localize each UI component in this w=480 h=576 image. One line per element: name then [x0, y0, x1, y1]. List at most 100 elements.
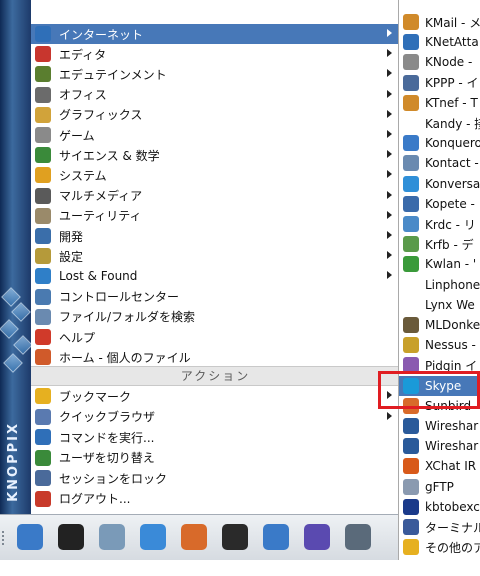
- submenu-item-krdc[interactable]: Krdc - リ: [399, 214, 480, 234]
- submenu-item-konversa[interactable]: Konversa: [399, 174, 480, 194]
- submenu-item-kppp[interactable]: KPPP - イ: [399, 73, 480, 93]
- system-icon: [35, 167, 51, 184]
- kwlan-icon: [403, 256, 419, 273]
- kdesktop-button[interactable]: [96, 521, 128, 553]
- submenu-arrow-icon: [387, 130, 392, 138]
- menu-item-lostfound[interactable]: Lost & Found: [31, 266, 400, 286]
- submenu-item-app[interactable]: その他のア: [399, 537, 480, 557]
- submenu-item-label: Wireshar: [425, 439, 479, 454]
- menu-item-system[interactable]: システム: [31, 165, 400, 185]
- submenu-item-label: Linphone: [425, 277, 480, 292]
- cube-decoration: [13, 335, 31, 355]
- submenu-item-skype[interactable]: Skype: [399, 375, 480, 396]
- bookmark-icon: [35, 388, 51, 404]
- menu-item-lock[interactable]: セッションをロック: [31, 468, 400, 488]
- office-icon: [35, 86, 51, 103]
- submenu-item-knetatta[interactable]: KNetAtta: [399, 32, 480, 52]
- menu-item-multimedia[interactable]: マルチメディア: [31, 186, 400, 206]
- submenu-item-linphone[interactable]: Linphone: [399, 275, 480, 295]
- submenu-item-label: Nessus -: [425, 338, 476, 353]
- submenu-item-lynx-we[interactable]: Lynx We: [399, 295, 480, 315]
- taskbar-handle[interactable]: [2, 531, 7, 545]
- menu-item-label: 開発: [59, 229, 84, 244]
- submenu-item-kwlan[interactable]: Kwlan - ': [399, 254, 480, 274]
- menu-item-run-command[interactable]: コマンドを実行...: [31, 427, 400, 447]
- submenu-item-pidgin[interactable]: Pidgin イ: [399, 355, 480, 375]
- lostfound-icon: [35, 268, 51, 285]
- submenu-item-gftp[interactable]: gFTP: [399, 477, 480, 497]
- run-command-icon: [35, 429, 51, 445]
- submenu-item-wireshar[interactable]: Wireshar: [399, 416, 480, 436]
- menu-item-search[interactable]: ファイル/フォルダを検索: [31, 307, 400, 327]
- menu-item-utility[interactable]: ユーティリティ: [31, 206, 400, 226]
- menu-item-game[interactable]: ゲーム: [31, 125, 400, 145]
- brush-button[interactable]: [137, 521, 169, 553]
- menu-item-quick-browser[interactable]: クイックブラウザ: [31, 407, 400, 427]
- submenu-item-mldonke[interactable]: MLDonke: [399, 315, 480, 335]
- submenu-item-label: Wireshar: [425, 419, 479, 433]
- menu-item-pen[interactable]: エディタ: [31, 44, 400, 64]
- submenu-item-label: Krfb - デ: [425, 237, 474, 252]
- submenu-item-label: Kontact -: [425, 156, 479, 171]
- menu-item-home[interactable]: ホーム - 個人のファイル: [31, 347, 400, 367]
- terminal-button[interactable]: [219, 521, 251, 553]
- menu-item-switch-user[interactable]: ユーザを切り替え: [31, 448, 400, 468]
- submenu-item-nessus[interactable]: Nessus -: [399, 335, 480, 355]
- home-button[interactable]: [178, 521, 210, 553]
- konqueror-button[interactable]: [260, 521, 292, 553]
- submenu-item-konquero[interactable]: Konquero: [399, 133, 480, 153]
- science-icon: [35, 147, 51, 164]
- submenu-arrow-icon: [387, 271, 392, 280]
- menu-item-label: ユーティリティ: [59, 209, 142, 224]
- menu-item-settings[interactable]: 設定: [31, 246, 400, 266]
- submenu-arrow-icon: [387, 170, 392, 179]
- submenu-arrow-icon: [387, 190, 392, 199]
- submenu-item-kandy[interactable]: Kandy - 接: [399, 113, 480, 133]
- submenu-item-xchat-ir[interactable]: XChat IR: [399, 456, 480, 476]
- menu-item-label: オフィス: [59, 88, 107, 103]
- submenu-item-app[interactable]: ターミナル: [399, 517, 480, 537]
- submenu-item-label: KPPP - イ: [425, 76, 479, 91]
- submenu-item-label: Kandy - 接: [425, 116, 480, 131]
- submenu-item-label: KTnef - T: [425, 95, 478, 110]
- knetattach-icon: [403, 34, 419, 51]
- konversation-icon: [403, 175, 419, 192]
- menu-item-globe[interactable]: インターネット: [31, 24, 400, 44]
- submenu-item-kontact[interactable]: Kontact -: [399, 153, 480, 173]
- pen-icon: [35, 46, 51, 63]
- submenu-item-wireshar[interactable]: Wireshar: [399, 436, 480, 456]
- menu-item-bookmark[interactable]: ブックマーク: [31, 386, 400, 406]
- menu-item-logout[interactable]: ログアウト...: [31, 489, 400, 509]
- menu-item-board[interactable]: エデュテインメント: [31, 64, 400, 84]
- kmenu-button[interactable]: [14, 521, 46, 553]
- browser-button[interactable]: [301, 521, 333, 553]
- menu-item-control-center[interactable]: コントロールセンター: [31, 287, 400, 307]
- submenu-arrow-icon: [387, 251, 392, 260]
- submenu-item-kbtobexc[interactable]: kbtobexc: [399, 497, 480, 517]
- mldonkey-icon: [403, 317, 419, 333]
- menu-item-label: ヘルプ: [59, 330, 96, 345]
- editor-button[interactable]: [342, 521, 374, 553]
- quick-browser-icon: [35, 408, 51, 425]
- submenu-item-kopete[interactable]: Kopete -: [399, 194, 480, 214]
- submenu-item-knode[interactable]: KNode -: [399, 52, 480, 72]
- cube-decoration: [0, 319, 19, 339]
- menu-item-develop[interactable]: 開発: [31, 226, 400, 246]
- globe-icon: [304, 524, 330, 550]
- menu-item-office[interactable]: オフィス: [31, 85, 400, 105]
- editor-icon: [345, 524, 371, 550]
- menu-item-brush[interactable]: グラフィックス: [31, 105, 400, 125]
- submenu-item-kmail[interactable]: KMail - メ: [399, 12, 480, 32]
- submenu-arrow-icon: [387, 109, 392, 118]
- menu-item-help[interactable]: ヘルプ: [31, 327, 400, 347]
- submenu-item-ktnef-t[interactable]: KTnef - T: [399, 93, 480, 113]
- terminal-icon: [222, 524, 248, 550]
- menu-item-science[interactable]: サイエンス & 数学: [31, 145, 400, 165]
- menu-item-label: コマンドを実行...: [59, 430, 155, 445]
- tux-button[interactable]: [55, 521, 87, 553]
- submenu-item-krfb[interactable]: Krfb - デ: [399, 234, 480, 254]
- more-apps-icon: [403, 539, 419, 556]
- submenu-item-label: gFTP: [425, 479, 454, 494]
- menu-item-label: ホーム - 個人のファイル: [59, 350, 191, 365]
- submenu-item-sunbird[interactable]: Sunbird: [399, 396, 480, 416]
